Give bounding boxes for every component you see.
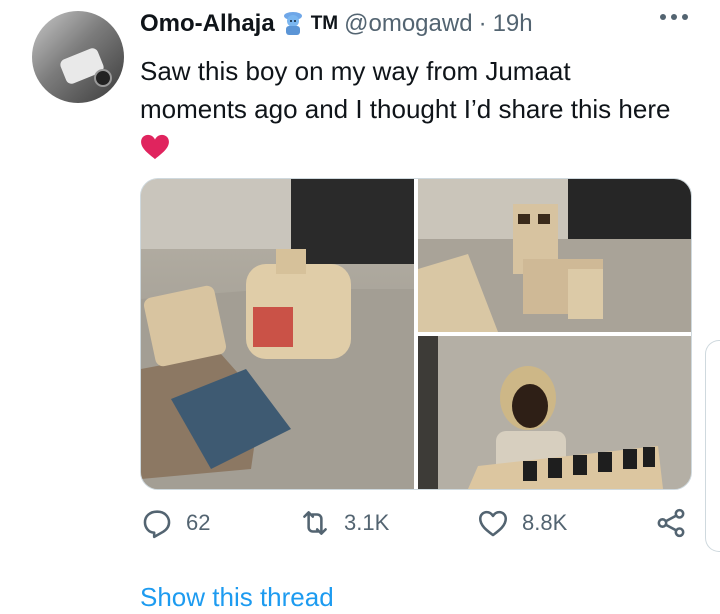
- genie-icon: [283, 12, 302, 35]
- more-dot: [660, 14, 666, 20]
- author-handle[interactable]: @omogawd: [344, 10, 472, 38]
- reply-count: 62: [186, 510, 211, 535]
- retweet-icon: [303, 511, 327, 535]
- photo-toy-truck-drawing: [418, 179, 691, 332]
- scroll-panel-edge: [705, 340, 720, 552]
- photo-toy-vehicles-drawing: [141, 179, 414, 489]
- like-icon: [478, 510, 508, 537]
- author-badge: TM: [310, 13, 339, 34]
- photo-boy-with-toy-bus[interactable]: [418, 336, 691, 489]
- share-icon: [657, 508, 685, 538]
- more-options-icon[interactable]: [660, 14, 688, 20]
- photo-toy-truck[interactable]: [418, 179, 691, 332]
- author-name[interactable]: Omo-Alhaja: [140, 10, 275, 38]
- tweet-timestamp[interactable]: 19h: [493, 10, 533, 38]
- retweet-button[interactable]: 3.1K: [298, 506, 389, 540]
- avatar-camera-shape: [94, 69, 112, 87]
- tweet-actions: 62 3.1K 8.8K: [140, 506, 690, 542]
- like-count: 8.8K: [522, 510, 568, 535]
- share-button[interactable]: [654, 506, 688, 540]
- show-thread-link[interactable]: Show this thread: [140, 582, 334, 613]
- media-grid: [140, 178, 692, 490]
- red-heart-icon: [141, 134, 169, 160]
- reply-button[interactable]: 62: [140, 506, 210, 540]
- separator-dot: ·: [478, 10, 487, 37]
- tweet-text: Saw this boy on my way from Jumaat momen…: [140, 52, 680, 166]
- retweet-count: 3.1K: [344, 510, 390, 535]
- like-button[interactable]: 8.8K: [476, 506, 567, 540]
- photo-toy-vehicles[interactable]: [141, 179, 414, 489]
- tweet-header: Omo-Alhaja TM @omogawd · 19h: [140, 10, 533, 38]
- more-dot: [682, 14, 688, 20]
- photo-boy-with-toy-bus-drawing: [418, 336, 691, 489]
- avatar[interactable]: [32, 11, 124, 103]
- reply-icon: [143, 510, 171, 539]
- tweet-body: Saw this boy on my way from Jumaat momen…: [140, 56, 671, 124]
- more-dot: [671, 14, 677, 20]
